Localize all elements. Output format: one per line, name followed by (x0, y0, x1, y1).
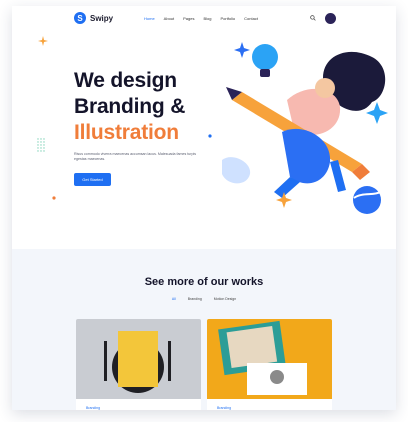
nav-item-home[interactable]: Home (144, 16, 155, 21)
hero-description: Risus commodo viverra maecenas accumsan … (74, 152, 197, 161)
work-category: Branding (86, 406, 101, 410)
search-icon[interactable] (310, 15, 316, 21)
dot-decoration (52, 196, 56, 200)
dot-grid-decoration (37, 138, 45, 152)
nav-item-about[interactable]: About (164, 16, 174, 21)
work-card[interactable]: Branding (76, 319, 201, 410)
logo-mark-icon: S (74, 12, 86, 24)
filter-branding[interactable]: Branding (188, 297, 202, 301)
nav-item-portfolio[interactable]: Portfolio (220, 16, 235, 21)
sparkle-icon (38, 36, 48, 46)
hero-line-3: Illustration (74, 121, 179, 144)
hero-headline: We design Branding & Illustration (74, 68, 185, 146)
work-card[interactable]: Branding (207, 319, 332, 410)
nav-item-pages[interactable]: Pages (183, 16, 194, 21)
work-image (76, 319, 201, 399)
brand-name: Swipy (90, 13, 114, 23)
nav-item-blog[interactable]: Blog (203, 16, 211, 21)
work-category: Branding (217, 406, 232, 410)
hero-line-2: Branding & (74, 95, 186, 118)
works-filters: All Branding Motion Design (12, 297, 396, 301)
works-section: See more of our works All Branding Motio… (12, 249, 396, 410)
works-title: See more of our works (144, 276, 264, 288)
filter-all[interactable]: All (172, 297, 176, 301)
get-started-button[interactable]: Get Started (74, 173, 111, 186)
work-image (207, 319, 332, 399)
hero-line-1: We design (74, 69, 177, 92)
brand-logo[interactable]: S Swipy (74, 12, 113, 24)
hero-illustration (222, 42, 388, 214)
main-nav: Home About Pages Blog Portfolio Contact (144, 16, 258, 21)
filter-motion-design[interactable]: Motion Design (214, 297, 236, 301)
nav-item-contact[interactable]: Contact (244, 16, 258, 21)
landing-page: S Swipy Home About Pages Blog Portfolio … (12, 6, 396, 410)
